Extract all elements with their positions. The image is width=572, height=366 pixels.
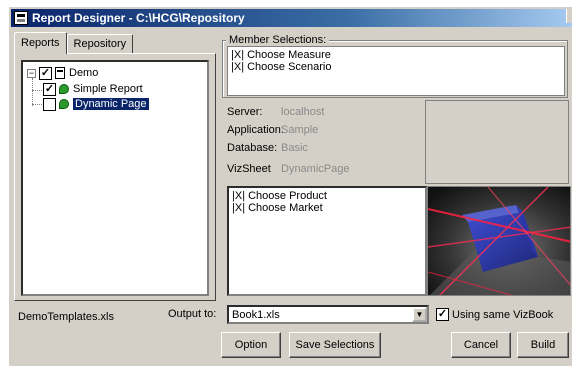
left-tab-strip: Reports Repository <box>14 32 134 54</box>
list-item[interactable]: |X| Choose Market <box>232 202 323 214</box>
dimension-selections-list[interactable]: |X| Choose Product |X| Choose Market <box>227 186 427 296</box>
chevron-down-icon[interactable]: ▼ <box>412 307 427 322</box>
vizsheet-label: VizSheet <box>227 163 271 175</box>
cancel-button[interactable]: Cancel <box>451 332 511 358</box>
report-folder-icon <box>55 67 65 79</box>
list-item[interactable]: |X| Choose Product <box>232 190 327 202</box>
list-item[interactable]: |X| Choose Scenario <box>231 61 332 73</box>
tree-connector <box>32 104 42 105</box>
option-button[interactable]: Option <box>221 332 281 358</box>
save-selections-button[interactable]: Save Selections <box>289 332 381 358</box>
tree-node-demo[interactable]: − ✓ Demo <box>27 66 98 80</box>
tree-node-label: Demo <box>69 67 99 79</box>
database-label: Database: <box>227 142 278 154</box>
collapse-icon[interactable]: − <box>27 68 36 78</box>
application-label: Application: <box>227 124 284 136</box>
window-title: Report Designer - C:\HCG\Repository <box>32 11 245 25</box>
tree-node-dynamic-page-checkbox[interactable] <box>43 97 56 111</box>
tree-node-demo-checkbox[interactable]: ✓ <box>39 66 52 80</box>
member-selections-list[interactable]: |X| Choose Measure |X| Choose Scenario <box>227 46 565 96</box>
report-tree[interactable]: − ✓ Demo ✓ Simple Report Dynamic Page <box>21 60 209 296</box>
tree-connector <box>32 78 33 106</box>
tree-connector <box>32 90 42 91</box>
vizsheet-value: DynamicPage <box>281 163 350 175</box>
reports-tab-panel: − ✓ Demo ✓ Simple Report Dynamic Page <box>14 53 216 301</box>
report-leaf-icon <box>59 84 69 94</box>
tree-node-dynamic-page[interactable]: Dynamic Page <box>43 97 149 111</box>
server-label: Server: <box>227 106 263 118</box>
tree-node-label: Dynamic Page <box>73 98 149 110</box>
template-file-label: DemoTemplates.xls <box>18 311 114 323</box>
report-leaf-icon <box>59 99 69 109</box>
tree-node-simple-report-checkbox[interactable]: ✓ <box>43 82 56 96</box>
preview-placeholder <box>425 100 569 184</box>
tab-reports[interactable]: Reports <box>14 32 67 54</box>
output-to-label: Output to: <box>168 308 217 320</box>
vizsheet-preview-image <box>427 186 571 296</box>
application-value: Sample <box>281 124 319 136</box>
app-icon <box>14 11 28 25</box>
list-item[interactable]: |X| Choose Measure <box>231 49 331 61</box>
tab-repository[interactable]: Repository <box>66 34 134 54</box>
tree-node-simple-report[interactable]: ✓ Simple Report <box>43 82 143 96</box>
close-button-partial[interactable] <box>566 9 572 23</box>
server-value: localhost <box>281 106 325 118</box>
output-combo[interactable]: Book1.xls ▼ <box>227 305 429 324</box>
build-button[interactable]: Build <box>517 332 569 358</box>
output-combo-value: Book1.xls <box>232 309 280 321</box>
tree-node-label: Simple Report <box>73 83 143 95</box>
use-same-vizbook-label: Using same VizBook <box>452 308 554 321</box>
member-selections-label: Member Selections: <box>226 34 330 46</box>
use-same-vizbook[interactable]: ✓ Using same VizBook <box>436 308 553 321</box>
title-bar[interactable]: Report Designer - C:\HCG\Repository <box>11 9 572 27</box>
use-same-vizbook-checkbox[interactable]: ✓ <box>436 308 449 321</box>
cube-visualization-icon <box>428 187 570 295</box>
database-value: Basic <box>281 142 308 154</box>
